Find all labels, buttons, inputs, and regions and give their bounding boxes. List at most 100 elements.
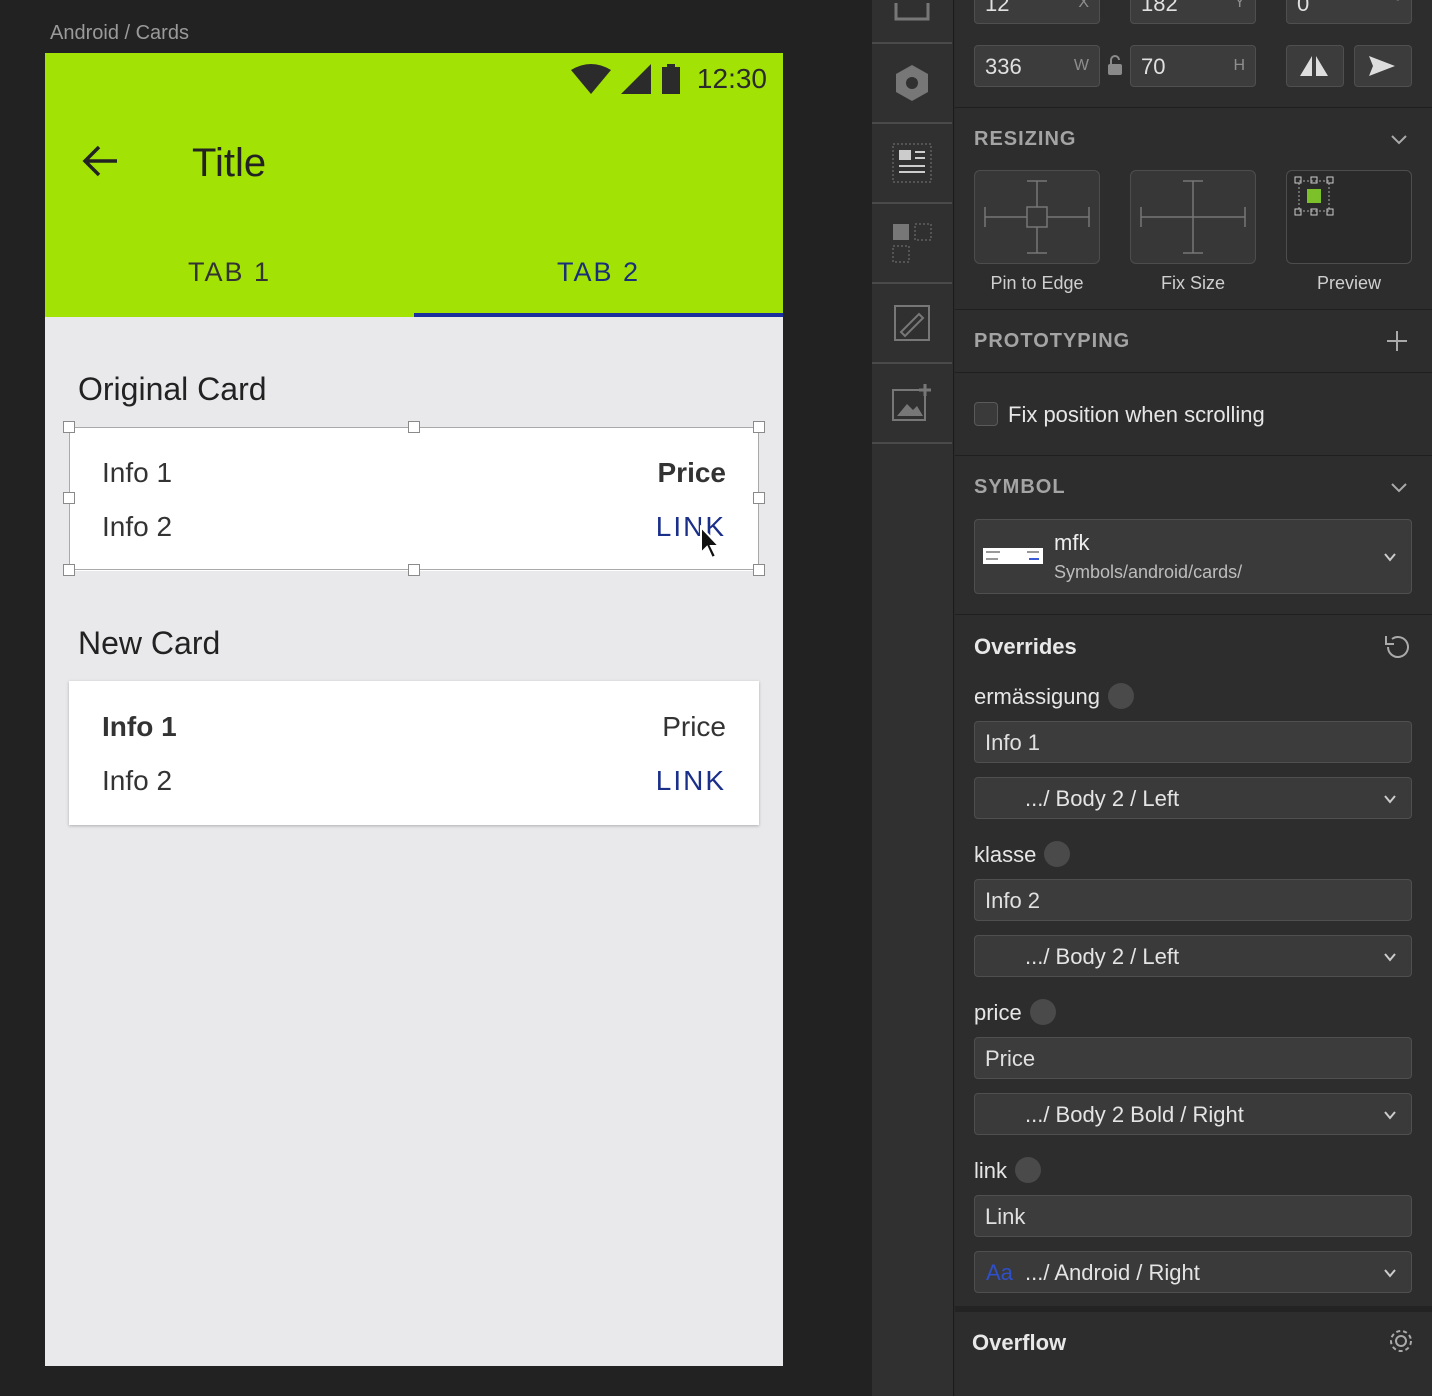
fix-size-label: Fix Size	[1160, 273, 1225, 293]
tab-bar: TAB 1 TAB 2	[45, 217, 783, 317]
arrow-back-icon[interactable]	[81, 141, 121, 181]
flip-horizontal-button[interactable]	[1286, 45, 1344, 87]
edit-frame-icon	[894, 305, 930, 341]
add-image-icon	[892, 384, 931, 421]
override-value-klasse[interactable]: Info 2	[974, 879, 1412, 921]
rail-arrange[interactable]	[872, 204, 952, 284]
new-card-link[interactable]: LINK	[656, 765, 726, 797]
override-value-ermaessigung[interactable]: Info 1	[974, 721, 1412, 763]
status-time: 12:30	[696, 63, 767, 94]
rail-image[interactable]	[872, 364, 952, 444]
resize-handle-left[interactable]	[63, 492, 75, 504]
override-style-ermaessigung[interactable]: .../ Body 2 / Left	[974, 777, 1412, 819]
resize-handle-top[interactable]	[408, 421, 420, 433]
override-label-klasse: klasse	[974, 841, 1071, 869]
x-value: 12	[985, 0, 1010, 16]
symbol-name: mfk	[1054, 530, 1090, 555]
resize-handle-right[interactable]	[753, 492, 765, 504]
override-value-text: Info 1	[985, 730, 1041, 755]
y-field[interactable]: 182 Y	[1130, 0, 1256, 24]
artboard-label[interactable]: Android / Cards	[50, 22, 189, 45]
override-label-text: ermässigung	[974, 684, 1100, 709]
overflow-title: Overflow	[972, 1330, 1067, 1355]
override-style-link[interactable]: Aa .../ Android / Right	[974, 1251, 1412, 1293]
resize-handle-bottom-right[interactable]	[753, 564, 765, 576]
fix-size-option[interactable]	[1130, 170, 1256, 264]
rotation-field[interactable]: 0 °	[1286, 0, 1412, 24]
status-bar: 12:30	[45, 53, 783, 103]
gear-icon[interactable]	[1388, 1328, 1414, 1354]
override-label-link: link	[974, 1157, 1042, 1185]
rail-edit[interactable]	[872, 284, 952, 364]
pin-to-edge-label: Pin to Edge	[990, 273, 1084, 293]
chevron-down-icon	[1384, 1269, 1396, 1278]
battery-icon	[661, 64, 680, 94]
new-card-info-2: Info 2	[102, 765, 173, 796]
chevron-down-icon[interactable]	[1390, 130, 1408, 148]
override-label-price: price	[974, 999, 1056, 1027]
new-card[interactable]: Info 1 Price Info 2 LINK	[69, 681, 759, 825]
preview-icon	[1294, 176, 1334, 216]
lock-icon[interactable]	[1106, 54, 1124, 76]
override-label-text: klasse	[974, 842, 1037, 867]
override-value-price[interactable]: Price	[974, 1037, 1412, 1079]
override-label-ermaessigung: ermässigung	[974, 683, 1134, 711]
new-card-price: Price	[662, 711, 726, 742]
artboard[interactable]: 12:30 Title TAB 1 TAB 2 Original Card In…	[45, 53, 783, 1366]
hexagon-icon	[896, 65, 928, 101]
flip-horizontal-icon	[1300, 56, 1328, 76]
chevron-down-icon[interactable]	[1390, 478, 1408, 496]
resize-handle-bottom-left[interactable]	[63, 564, 75, 576]
fix-position-checkbox[interactable]	[974, 402, 998, 426]
layers-icon	[1029, 999, 1056, 1026]
width-field[interactable]: 336 W	[974, 45, 1100, 87]
pin-to-edge-option[interactable]	[974, 170, 1100, 264]
chevron-down-icon	[1384, 553, 1396, 562]
resize-handle-bottom[interactable]	[408, 564, 420, 576]
override-style-klasse[interactable]: .../ Body 2 / Left	[974, 935, 1412, 977]
symbol-title: SYMBOL	[974, 476, 1066, 498]
flip-vertical-button[interactable]	[1354, 45, 1412, 87]
override-label-text: price	[974, 1000, 1022, 1025]
override-value-text: Link	[985, 1204, 1026, 1229]
override-value-link[interactable]: Link	[974, 1195, 1412, 1237]
layout-icon	[892, 143, 932, 183]
rail-component[interactable]	[872, 44, 952, 124]
canvas[interactable]: Android / Cards 12:30 Title TAB 1 TAB 2 …	[0, 0, 872, 1396]
tab-1[interactable]: TAB 1	[45, 217, 414, 317]
override-style-text: .../ Body 2 Bold / Right	[1025, 1102, 1244, 1127]
rotation-value: 0	[1297, 0, 1310, 16]
preview-label: Preview	[1316, 273, 1382, 293]
resize-handle-top-right[interactable]	[753, 421, 765, 433]
override-style-text: .../ Body 2 / Left	[1025, 786, 1180, 811]
original-card-heading: Original Card	[78, 371, 267, 407]
export-icon	[894, 3, 930, 21]
x-label: X	[1078, 0, 1089, 11]
layers-icon	[1107, 683, 1134, 710]
symbol-selector[interactable]: mfk Symbols/android/cards/	[974, 519, 1412, 594]
fix-size-icon	[1140, 180, 1246, 254]
pin-to-edge-icon	[984, 180, 1090, 254]
rail-layout[interactable]	[872, 124, 952, 204]
width-value: 336	[985, 54, 1022, 79]
resize-preview	[1286, 170, 1412, 264]
tab-2[interactable]: TAB 2	[414, 217, 783, 317]
prototyping-title: PROTOTYPING	[974, 330, 1131, 352]
override-value-text: Info 2	[985, 888, 1041, 913]
reset-overrides-icon[interactable]	[1382, 632, 1412, 662]
arrange-icon	[892, 223, 932, 263]
rail-export[interactable]	[872, 0, 952, 44]
wifi-icon	[570, 64, 611, 94]
x-field[interactable]: 12 X	[974, 0, 1100, 24]
plus-icon[interactable]	[1386, 330, 1408, 352]
signal-icon	[620, 64, 651, 94]
height-field[interactable]: 70 H	[1130, 45, 1256, 87]
mouse-cursor-icon	[700, 525, 722, 560]
width-label: W	[1073, 57, 1089, 74]
fix-position-label: Fix position when scrolling	[1008, 402, 1265, 427]
selection-frame	[69, 427, 759, 570]
resize-handle-top-left[interactable]	[63, 421, 75, 433]
chevron-down-icon	[1384, 953, 1396, 962]
override-style-price[interactable]: .../ Body 2 Bold / Right	[974, 1093, 1412, 1135]
y-label: Y	[1234, 0, 1245, 11]
